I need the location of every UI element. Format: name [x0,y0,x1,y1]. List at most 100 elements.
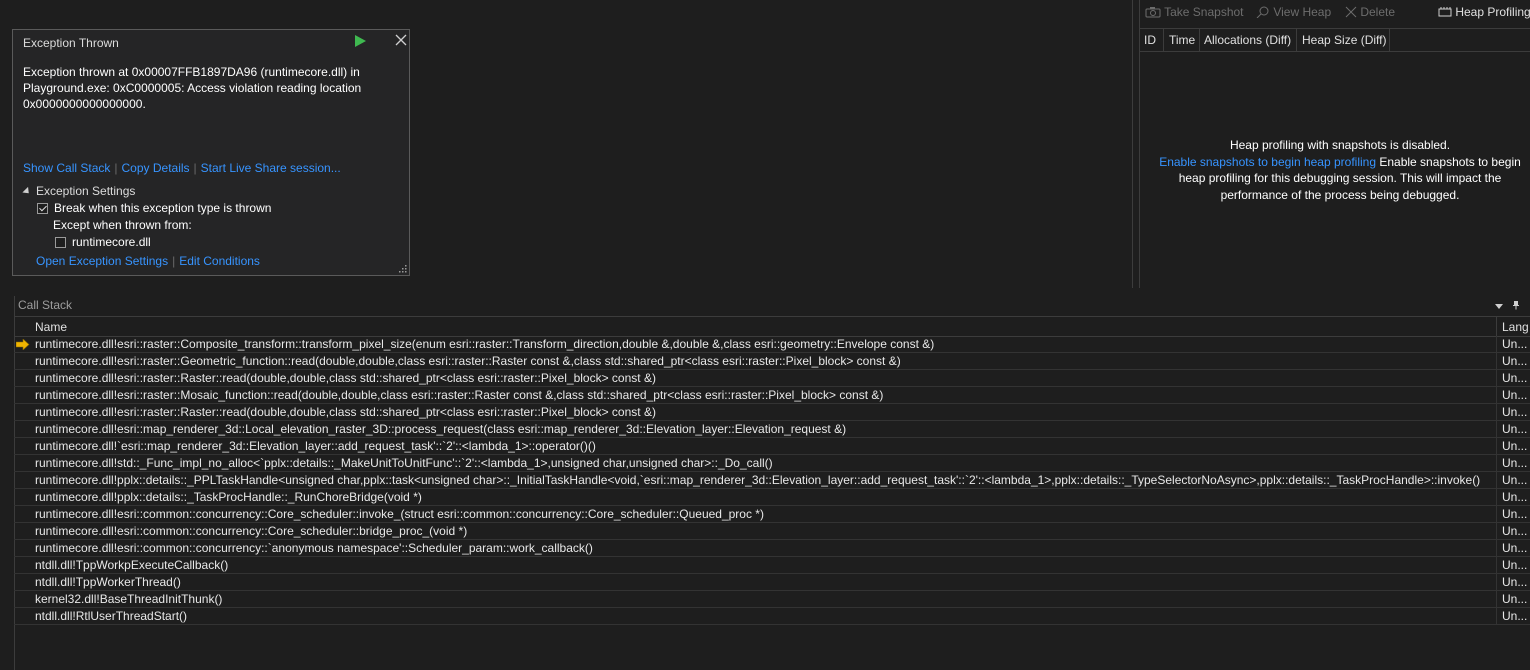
exception-message: Exception thrown at 0x00007FFB1897DA96 (… [23,65,362,111]
break-when-thrown-option[interactable]: Break when this exception type is thrown [37,201,271,215]
col-time[interactable]: Time [1169,33,1195,47]
exception-settings-label: Exception Settings [36,184,136,198]
resize-grip-icon[interactable] [397,263,407,273]
take-snapshot-button[interactable]: Take Snapshot [1145,5,1244,19]
delete-x-icon [1345,6,1357,18]
frame-language: Un... [1502,439,1528,453]
call-stack-frame[interactable]: runtimecore.dll!pplx::details::_TaskProc… [14,489,1530,506]
camera-icon [1145,7,1161,18]
delete-button[interactable]: Delete [1345,5,1395,19]
call-stack-frame[interactable]: runtimecore.dll!pplx::details::_PPLTaskH… [14,472,1530,489]
take-snapshot-label: Take Snapshot [1164,5,1244,19]
live-share-link[interactable]: Start Live Share session... [201,161,341,175]
frame-language: Un... [1502,337,1528,351]
call-stack-window-controls[interactable] [1494,300,1521,313]
frame-language: Un... [1502,371,1528,385]
frame-language: Un... [1502,388,1528,402]
call-stack-frame[interactable]: kernel32.dll!BaseThreadInitThunk() Un... [14,591,1530,608]
call-stack-frame[interactable]: ntdll.dll!TppWorkerThread() Un... [14,574,1530,591]
call-stack-header: Name Lang [14,316,1530,337]
column-separator [1496,455,1497,471]
view-heap-button[interactable]: View Heap [1256,5,1331,19]
call-stack-frame[interactable]: runtimecore.dll!esri::raster::Mosaic_fun… [14,387,1530,404]
frame-name: runtimecore.dll!esri::common::concurrenc… [35,524,468,538]
delete-label: Delete [1360,5,1396,19]
link-separator: | [114,161,118,175]
module-checkbox[interactable] [55,237,66,248]
column-separator [1496,370,1497,386]
column-separator [1496,540,1497,556]
frame-name: runtimecore.dll!esri::raster::Raster::re… [35,405,656,419]
frame-language: Un... [1502,405,1528,419]
exception-settings-header[interactable]: Exception Settings [22,184,136,198]
call-stack-frame[interactable]: runtimecore.dll!esri::common::concurrenc… [14,523,1530,540]
call-stack-frame[interactable]: runtimecore.dll!`esri::map_renderer_3d::… [14,438,1530,455]
column-separator [1163,29,1164,51]
column-separator [1496,336,1497,352]
open-exception-settings-link[interactable]: Open Exception Settings [36,254,168,268]
frame-name: ntdll.dll!TppWorkerThread() [35,575,181,589]
splitter[interactable] [1132,0,1133,288]
frame-name: runtimecore.dll!pplx::details::_TaskProc… [35,490,422,504]
col-name[interactable]: Name [35,320,67,334]
edit-conditions-link[interactable]: Edit Conditions [179,254,260,268]
call-stack-frame[interactable]: runtimecore.dll!esri::common::concurrenc… [14,540,1530,557]
pin-icon[interactable] [1511,300,1521,310]
close-icon[interactable] [394,33,408,47]
column-separator [1389,29,1390,51]
frame-name: runtimecore.dll!std::_Func_impl_no_alloc… [35,456,773,470]
exception-popup: Exception Thrown Exception thrown at 0x0… [12,29,410,276]
link-separator: | [193,161,197,175]
frame-name: runtimecore.dll!esri::raster::Mosaic_fun… [35,388,884,402]
column-separator [1496,591,1497,607]
call-stack-frame[interactable]: runtimecore.dll!esri::common::concurrenc… [14,506,1530,523]
call-stack-frame[interactable]: runtimecore.dll!std::_Func_impl_no_alloc… [14,455,1530,472]
column-separator [1496,506,1497,522]
column-separator [1496,574,1497,590]
show-call-stack-link[interactable]: Show Call Stack [23,161,110,175]
call-stack-rows: runtimecore.dll!esri::raster::Composite_… [14,336,1530,625]
frame-name: runtimecore.dll!esri::map_renderer_3d::L… [35,422,847,436]
exception-links: Show Call Stack | Copy Details | Start Live … [23,161,341,175]
column-separator [1496,523,1497,539]
column-separator[interactable] [1496,317,1497,336]
frame-name: runtimecore.dll!pplx::details::_PPLTaskH… [35,473,1481,487]
call-stack-frame[interactable]: runtimecore.dll!esri::raster::Raster::re… [14,370,1530,387]
frame-language: Un... [1502,354,1528,368]
heap-disabled-line: Heap profiling with snapshots is disable… [1229,138,1451,152]
call-stack-frame[interactable]: ntdll.dll!RtlUserThreadStart() Un... [14,608,1530,625]
break-checkbox[interactable] [37,203,48,214]
col-lang[interactable]: Lang [1502,320,1529,334]
heap-profiling-button[interactable]: Heap Profiling [1438,5,1530,19]
col-id[interactable]: ID [1144,33,1156,47]
col-allocations[interactable]: Allocations (Diff) [1204,33,1291,47]
continue-play-icon[interactable] [353,34,367,48]
link-separator: | [172,254,176,268]
search-icon [1256,6,1269,19]
col-heap-size[interactable]: Heap Size (Diff) [1302,33,1386,47]
copy-details-link[interactable]: Copy Details [122,161,190,175]
column-separator [1496,353,1497,369]
heap-profiling-icon [1438,7,1452,17]
column-separator [1496,557,1497,573]
call-stack-frame[interactable]: runtimecore.dll!esri::raster::Geometric_… [14,353,1530,370]
exception-title: Exception Thrown [23,36,119,50]
frame-language: Un... [1502,473,1528,487]
dropdown-arrow-icon[interactable] [1494,302,1504,310]
call-stack-frame[interactable]: ntdll.dll!TppWorkpExecuteCallback() Un... [14,557,1530,574]
module-exception-option[interactable]: runtimecore.dll [55,235,151,249]
panel-splitter[interactable] [0,288,1530,296]
call-stack-frame[interactable]: runtimecore.dll!esri::map_renderer_3d::L… [14,421,1530,438]
enable-snapshots-link[interactable]: Enable snapshots to begin heap profiling [1159,155,1376,169]
frame-language: Un... [1502,609,1528,623]
call-stack-frame[interactable]: runtimecore.dll!esri::raster::Composite_… [14,336,1530,353]
frame-name: runtimecore.dll!`esri::map_renderer_3d::… [35,439,596,453]
frame-name: runtimecore.dll!esri::raster::Geometric_… [35,354,901,368]
module-label: runtimecore.dll [72,235,151,249]
frame-name: ntdll.dll!RtlUserThreadStart() [35,609,188,623]
column-separator [1496,472,1497,488]
column-separator [1496,404,1497,420]
call-stack-frame[interactable]: runtimecore.dll!esri::raster::Raster::re… [14,404,1530,421]
frame-name: runtimecore.dll!esri::raster::Composite_… [35,337,935,351]
frame-name: runtimecore.dll!esri::common::concurrenc… [35,541,593,555]
